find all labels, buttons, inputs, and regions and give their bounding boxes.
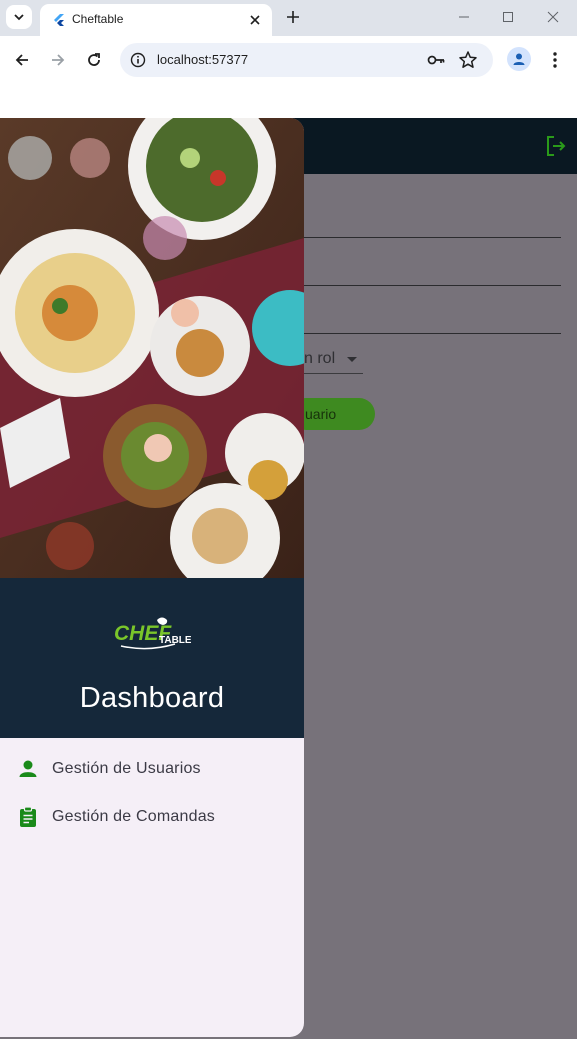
flutter-icon: [54, 14, 64, 26]
plus-icon: [287, 11, 299, 23]
back-button[interactable]: [10, 48, 34, 72]
form-field-underline[interactable]: [304, 333, 561, 334]
drawer-item-label: Gestión de Comandas: [52, 808, 216, 825]
drawer-title: Dashboard: [79, 682, 225, 714]
reload-button[interactable]: [82, 48, 106, 72]
active-tab[interactable]: Cheftable: [40, 4, 272, 36]
address-bar[interactable]: localhost:57377: [120, 43, 493, 77]
navigation-drawer: CHEF TABLE Dashboard Gestión de Usuarios…: [0, 118, 304, 1037]
browser-tab-bar: Cheftable: [0, 0, 577, 36]
minimize-icon: [459, 16, 469, 18]
window-close-button[interactable]: [541, 6, 565, 28]
key-icon[interactable]: [426, 51, 446, 69]
create-user-button-label: uario: [305, 406, 337, 422]
person-icon: [19, 760, 37, 777]
maximize-icon: [503, 12, 513, 22]
clipboard-icon: [20, 806, 36, 827]
forward-button[interactable]: [46, 48, 70, 72]
profile-button[interactable]: [507, 47, 531, 71]
close-icon: [250, 15, 260, 25]
form-field-underline[interactable]: [304, 285, 561, 286]
arrow-left-icon: [15, 54, 28, 66]
role-select[interactable]: n rol: [304, 346, 363, 374]
url-text[interactable]: localhost:57377: [157, 52, 248, 67]
maximize-button[interactable]: [496, 6, 520, 28]
food-table-photo: [0, 118, 304, 578]
drawer-item-orders[interactable]: Gestión de Comandas: [0, 794, 304, 842]
info-icon[interactable]: [130, 52, 146, 68]
star-icon[interactable]: [458, 50, 478, 70]
close-icon: [547, 11, 559, 23]
chevron-down-icon: [14, 14, 24, 21]
browser-toolbar: localhost:57377: [0, 36, 577, 84]
drawer-item-label: Gestión de Usuarios: [52, 760, 201, 777]
new-tab-button[interactable]: [282, 6, 304, 28]
drawer-item-users[interactable]: Gestión de Usuarios: [0, 746, 304, 794]
reload-icon: [88, 53, 100, 66]
more-vert-icon: [553, 52, 557, 68]
tab-title: Cheftable: [72, 12, 124, 26]
logout-icon[interactable]: [544, 134, 568, 158]
tab-close-button[interactable]: [246, 11, 264, 29]
role-select-text: n rol: [304, 350, 336, 367]
form-field-underline[interactable]: [304, 237, 561, 238]
arrow-right-icon: [52, 54, 65, 66]
minimize-button[interactable]: [452, 6, 476, 28]
food-photo-illustration: [0, 118, 304, 578]
browser-menu-button[interactable]: [546, 48, 564, 72]
cheftable-logo: CHEF TABLE: [114, 617, 191, 650]
tab-search-button[interactable]: [6, 5, 32, 29]
dropdown-arrow-icon: [347, 357, 357, 362]
person-icon: [513, 53, 525, 65]
drawer-header: CHEF TABLE Dashboard: [0, 578, 304, 738]
